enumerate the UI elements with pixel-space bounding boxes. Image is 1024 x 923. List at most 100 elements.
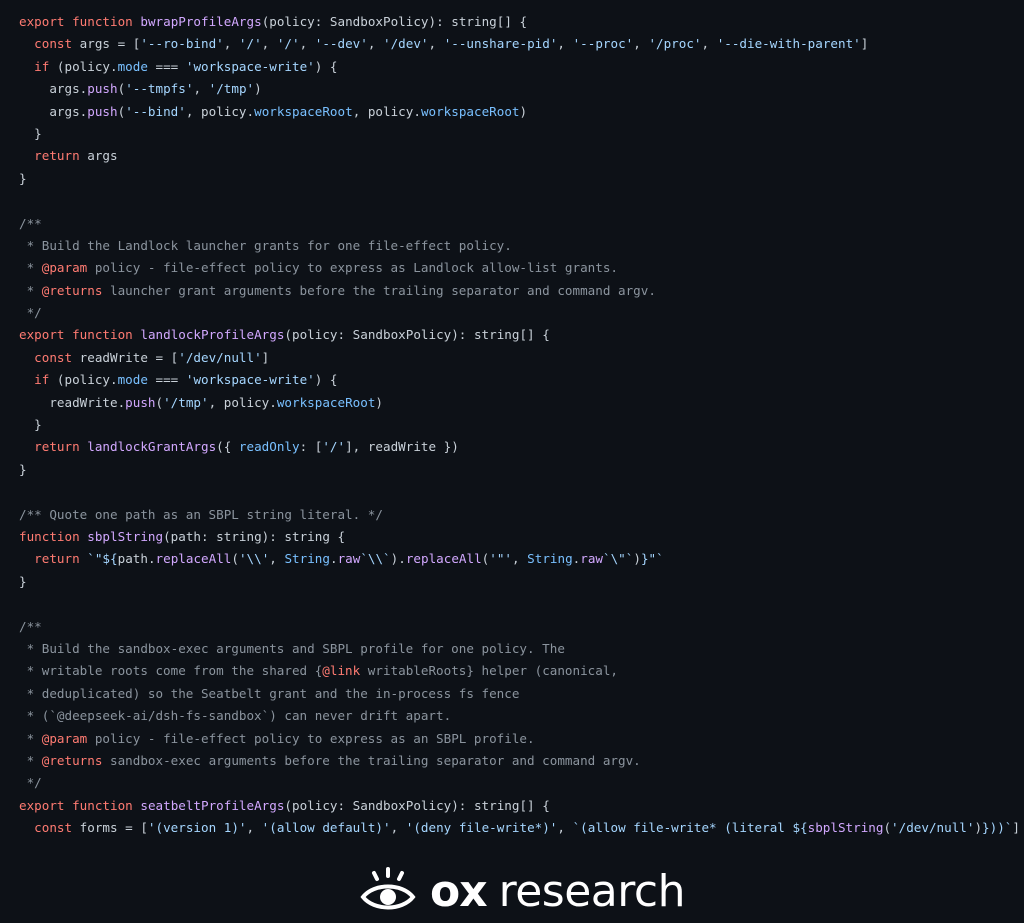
code-token: ]	[860, 36, 869, 52]
code-token: (path: string): string {	[163, 528, 346, 544]
code-token: function	[19, 528, 80, 544]
code-line: * @param policy - file-effect policy to …	[19, 728, 1019, 750]
ox-research-logo: ox research	[360, 862, 685, 922]
code-token: ,	[223, 36, 239, 52]
code-block: export function bwrapProfileArgs(policy:…	[19, 11, 1020, 839]
code-token: function	[72, 327, 133, 343]
code-token: workspaceRoot	[420, 103, 520, 119]
code-line: const args = ['--ro-bind', '/', '/', '--…	[19, 33, 1019, 55]
code-token: 'workspace-write'	[185, 58, 315, 74]
code-token: const	[34, 820, 73, 836]
code-line: }	[19, 459, 1019, 481]
code-token: *	[19, 282, 42, 298]
code-token: function	[72, 14, 133, 29]
code-token: '--die-with-parent'	[716, 36, 861, 52]
code-token: * Build the sandbox-exec arguments and S…	[19, 640, 565, 656]
code-token: const	[34, 349, 73, 365]
code-token: return	[34, 148, 80, 164]
code-token: }	[19, 125, 42, 141]
code-token: '--ro-bind'	[140, 36, 224, 52]
code-token: )	[254, 81, 262, 97]
code-line: * deduplicated) so the Seatbelt grant an…	[19, 683, 1019, 705]
code-line: * @param policy - file-effect policy to …	[19, 257, 1019, 279]
code-token: ]	[261, 349, 270, 365]
code-token: forms = [	[72, 820, 148, 836]
code-token: * deduplicated) so the Seatbelt grant an…	[19, 685, 520, 701]
code-token: String	[284, 551, 330, 567]
code-token: '/'	[322, 439, 346, 455]
code-token: /**	[19, 618, 42, 634]
code-line: /** Quote one path as an SBPL string lit…	[19, 504, 1019, 526]
code-token: (policy.	[49, 372, 118, 388]
code-token: workspaceRoot	[254, 103, 353, 119]
code-token: )	[974, 820, 983, 836]
code-token: mode	[117, 58, 148, 74]
code-token: `\"`	[603, 551, 634, 567]
code-token: seatbeltProfileArgs	[140, 797, 285, 813]
code-line: return args	[19, 145, 1019, 167]
code-token: @param	[41, 260, 88, 276]
code-token: const	[34, 36, 73, 52]
code-token: `"${	[87, 551, 118, 567]
code-token: @param	[41, 730, 88, 746]
code-token: ,	[428, 36, 444, 52]
code-token: policy - file-effect policy to express a…	[87, 260, 618, 276]
code-token: if	[34, 372, 50, 388]
code-token: * Build the Landlock launcher grants for…	[19, 237, 512, 253]
code-token: landlockProfileArgs	[140, 327, 285, 343]
code-token: '--proc'	[572, 36, 634, 52]
code-token: raw	[337, 551, 361, 567]
code-token: (	[231, 551, 239, 567]
code-token: ,	[261, 36, 277, 52]
code-token: /**	[19, 215, 42, 231]
code-token: @returns	[41, 752, 103, 768]
code-token: String	[527, 551, 573, 567]
code-line: }	[19, 123, 1019, 145]
code-token: path.	[117, 551, 156, 567]
code-line: export function bwrapProfileArgs(policy:…	[19, 11, 1019, 33]
code-token: *	[19, 752, 42, 768]
code-token: )	[633, 551, 641, 567]
eye-icon	[360, 867, 416, 910]
code-token: readWrite.	[19, 394, 126, 410]
code-line: * Build the Landlock launcher grants for…	[19, 235, 1019, 257]
code-token: '--unshare-pid'	[443, 36, 558, 52]
code-token: launcher grant arguments before the trai…	[102, 282, 656, 298]
code-token: (policy: SandboxPolicy): string[] {	[284, 327, 550, 343]
code-token: readOnly	[238, 439, 300, 455]
code-token: 'workspace-write'	[185, 372, 315, 388]
code-token: @returns	[41, 282, 103, 298]
code-token: push	[87, 103, 118, 119]
code-line: */	[19, 302, 1019, 324]
code-token: }	[19, 573, 27, 589]
code-token: readWrite = [	[72, 349, 179, 365]
code-token: ,	[193, 81, 209, 97]
code-token: return	[34, 439, 80, 455]
code-token: sbplString	[807, 820, 884, 836]
code-line: return landlockGrantArgs({ readOnly: ['/…	[19, 436, 1019, 458]
code-token: , policy.	[208, 394, 277, 410]
code-line: /**	[19, 213, 1019, 235]
code-line: }	[19, 571, 1019, 593]
code-token: ,	[557, 36, 573, 52]
code-token: `\\`	[360, 551, 391, 567]
brand-name-ox: ox	[430, 866, 488, 917]
code-line: ​	[19, 593, 1019, 615]
code-line: * writable roots come from the shared {@…	[19, 660, 1019, 682]
code-token: if	[34, 58, 50, 74]
code-line: * Build the sandbox-exec arguments and S…	[19, 638, 1019, 660]
code-token: ,	[246, 820, 262, 836]
code-line: /**	[19, 616, 1019, 638]
code-token: '(deny file-write*)'	[405, 820, 558, 836]
code-token: '/tmp'	[163, 394, 209, 410]
code-token: }))`	[982, 820, 1013, 836]
code-token: , policy.	[352, 103, 421, 119]
code-token: landlockGrantArgs	[87, 439, 217, 455]
code-token: '/tmp'	[208, 81, 255, 97]
code-token: args	[79, 148, 118, 164]
